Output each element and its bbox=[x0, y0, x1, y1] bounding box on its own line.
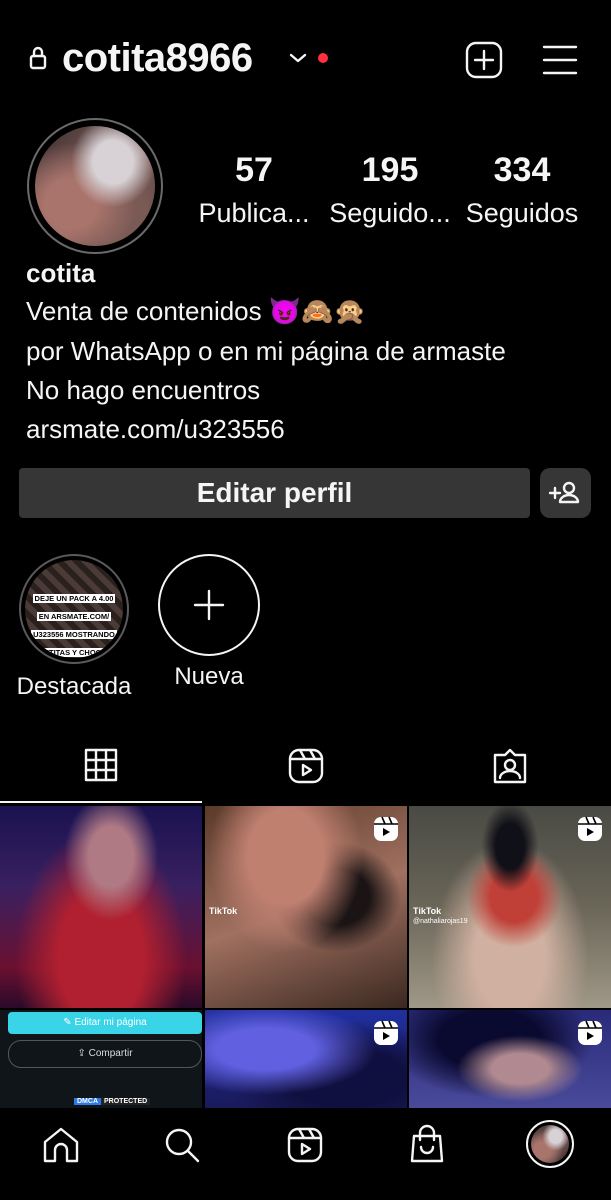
active-tab-indicator bbox=[0, 801, 202, 803]
tab-tagged[interactable] bbox=[492, 748, 528, 784]
menu-icon[interactable] bbox=[542, 44, 578, 76]
reel-thumbnail[interactable]: TikTok @nathaliarojas19 bbox=[409, 806, 611, 1008]
pencil-icon: ✎ bbox=[63, 1017, 75, 1028]
tagged-icon bbox=[493, 748, 527, 784]
reels-icon bbox=[287, 1127, 323, 1163]
profile-avatar bbox=[531, 1125, 569, 1163]
reel-badge-icon bbox=[577, 816, 603, 842]
notification-dot bbox=[318, 53, 328, 63]
following-label[interactable]: Seguidos bbox=[452, 196, 592, 230]
post-thumbnail[interactable]: ✎ Editar mi página ⇪ Compartir DMCA PROTE… bbox=[0, 1010, 202, 1108]
following-count[interactable]: 334 bbox=[452, 150, 592, 190]
reel-badge-icon bbox=[373, 816, 399, 842]
nav-shop[interactable] bbox=[408, 1124, 446, 1164]
edit-page-button: ✎ Editar mi página bbox=[8, 1012, 202, 1034]
dmca-badge: DMCA PROTECTED bbox=[74, 1096, 151, 1108]
profile-avatar[interactable] bbox=[35, 126, 155, 246]
add-person-icon bbox=[548, 481, 580, 504]
nav-search[interactable] bbox=[163, 1126, 201, 1164]
tiktok-watermark: TikTok bbox=[413, 906, 442, 916]
highlight-label[interactable]: Destacada bbox=[0, 672, 148, 702]
nav-profile[interactable] bbox=[526, 1120, 574, 1168]
reel-badge-icon bbox=[373, 1020, 399, 1046]
new-highlight-label[interactable]: Nueva bbox=[150, 662, 268, 692]
reels-icon bbox=[288, 748, 324, 784]
home-icon bbox=[43, 1127, 79, 1163]
bottom-nav bbox=[0, 1108, 611, 1200]
new-post-icon[interactable] bbox=[465, 41, 503, 79]
bio-link[interactable]: arsmate.com/u323556 bbox=[26, 410, 285, 448]
plus-icon bbox=[193, 589, 225, 621]
search-icon bbox=[165, 1128, 200, 1163]
tiktok-handle: @nathaliarojas19 bbox=[413, 918, 468, 925]
profile-name: cotita bbox=[26, 258, 96, 288]
lock-icon bbox=[29, 46, 47, 70]
grid-icon bbox=[84, 748, 118, 782]
bio-line: por WhatsApp o en mi página de armaste bbox=[26, 336, 506, 366]
share-icon: ⇪ bbox=[77, 1048, 89, 1059]
shop-icon bbox=[410, 1124, 444, 1163]
username-switcher[interactable]: cotita8966 bbox=[62, 34, 253, 82]
highlight-cover[interactable]: DEJE UN PACK A 4.00 EN ARSMATE.COM/ U323… bbox=[25, 560, 123, 658]
tab-grid[interactable] bbox=[84, 748, 118, 782]
tiktok-watermark: TikTok bbox=[209, 906, 238, 916]
reel-thumbnail[interactable] bbox=[409, 1010, 611, 1108]
followers-label[interactable]: Seguido... bbox=[320, 196, 460, 230]
highlight-cover-text: DEJE UN PACK A 4.00 EN ARSMATE.COM/ U323… bbox=[31, 594, 117, 657]
bio-line: Venta de contenidos 😈🙈🙊 bbox=[26, 296, 366, 326]
posts-count[interactable]: 57 bbox=[184, 150, 324, 190]
tab-reels[interactable] bbox=[288, 748, 324, 784]
share-button: ⇪ Compartir bbox=[8, 1040, 202, 1068]
bio-line: No hago encuentros bbox=[26, 375, 261, 405]
followers-count[interactable]: 195 bbox=[320, 150, 460, 190]
reel-thumbnail[interactable] bbox=[205, 1010, 407, 1108]
reel-thumbnail[interactable]: TikTok bbox=[205, 806, 407, 1008]
nav-reels[interactable] bbox=[286, 1126, 324, 1164]
posts-label[interactable]: Publica... bbox=[184, 196, 324, 230]
edit-profile-button[interactable]: Editar perfil bbox=[19, 468, 530, 518]
chevron-down-icon[interactable] bbox=[289, 52, 307, 64]
post-thumbnail[interactable] bbox=[0, 806, 202, 1008]
reel-badge-icon bbox=[577, 1020, 603, 1046]
nav-home[interactable] bbox=[42, 1126, 80, 1164]
discover-people-button[interactable] bbox=[540, 468, 591, 518]
new-highlight-button[interactable] bbox=[158, 554, 260, 656]
